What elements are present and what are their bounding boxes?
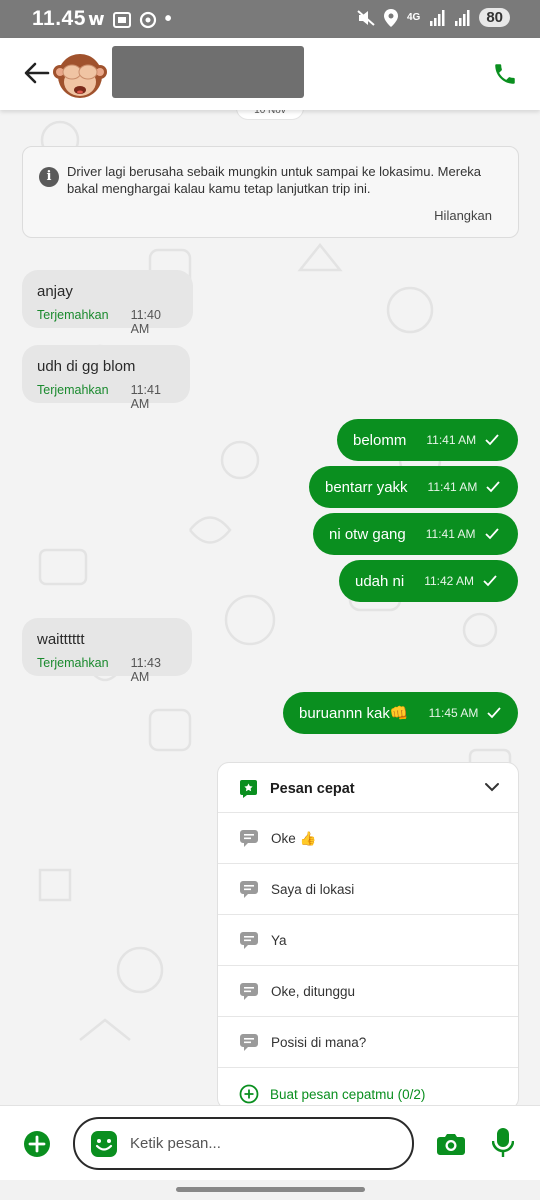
contact-name-redacted	[112, 46, 304, 98]
chat-bubble-icon	[240, 932, 258, 949]
plus-circle-icon	[239, 1084, 259, 1104]
location-share-icon	[139, 11, 156, 28]
message-time: 11:41 AM	[130, 383, 161, 411]
message-text: ni otw gang	[329, 525, 406, 543]
dismiss-button[interactable]: Hilangkan	[434, 208, 492, 223]
notification-icons: w •	[88, 8, 172, 31]
system-icons: 4G 80	[357, 8, 510, 27]
system-nav-bar	[0, 1180, 540, 1200]
network-type: 4G	[406, 12, 421, 23]
sent-check-icon	[484, 528, 499, 540]
message-time: 11:45 AM	[428, 706, 479, 720]
chat-header	[0, 38, 540, 110]
status-bar: 11.45 w • 4G 80	[0, 0, 540, 38]
message-outgoing[interactable]: belomm 11:41 AM	[337, 419, 518, 461]
back-arrow-icon[interactable]	[22, 58, 52, 88]
message-text: udah ni	[355, 572, 405, 590]
message-outgoing[interactable]: buruannn kak👊 11:45 AM	[283, 692, 518, 734]
quick-reply-item[interactable]: Posisi di mana?	[218, 1017, 518, 1068]
location-icon	[383, 8, 398, 27]
sent-check-icon	[487, 707, 502, 719]
message-text: waitttttt	[37, 631, 85, 648]
sent-check-icon	[483, 575, 497, 587]
quick-reply-label: Oke, ditunggu	[271, 984, 356, 999]
message-input[interactable]	[130, 1130, 390, 1156]
quick-replies-header[interactable]: Pesan cepat	[218, 763, 518, 813]
message-outgoing[interactable]: bentarr yakk 11:41 AM	[309, 466, 518, 508]
message-text: belomm	[353, 431, 407, 449]
message-time: 11:41 AM	[426, 433, 477, 447]
message-incoming[interactable]: waitttttt Terjemahkan 11:43 AM	[22, 618, 192, 684]
quick-replies-title: Pesan cepat	[270, 781, 355, 797]
more-notifications-dot: •	[164, 8, 172, 30]
chat-bubble-icon	[240, 983, 258, 1000]
message-incoming[interactable]: udh di gg blom Terjemahkan 11:41 AM	[22, 345, 190, 411]
message-time: 11:41 AM	[425, 527, 476, 541]
quick-reply-star-icon	[240, 780, 257, 798]
signal-icon	[430, 9, 445, 26]
message-time: 11:40 AM	[130, 308, 161, 336]
create-quick-reply-button[interactable]: Buat pesan cepatmu (0/2)	[218, 1068, 518, 1105]
message-text: udh di gg blom	[37, 358, 136, 375]
add-attachment-icon[interactable]	[23, 1130, 51, 1158]
quick-reply-label: Oke 👍	[271, 831, 317, 846]
translate-button[interactable]: Terjemahkan	[37, 383, 109, 411]
info-icon: i	[39, 167, 59, 187]
avatar[interactable]	[52, 44, 108, 102]
chevron-down-icon[interactable]	[484, 781, 500, 793]
sent-check-icon	[485, 434, 499, 446]
translate-button[interactable]: Terjemahkan	[37, 656, 109, 684]
quick-replies-panel: Pesan cepat Oke 👍 Saya di lokasi Ya Oke,…	[217, 762, 519, 1105]
quick-reply-label: Saya di lokasi	[271, 882, 355, 897]
message-time: 11:43 AM	[130, 656, 161, 684]
mute-icon	[357, 9, 375, 26]
message-input-bar	[0, 1105, 540, 1180]
camera-icon[interactable]	[437, 1132, 465, 1156]
microphone-icon[interactable]	[492, 1128, 514, 1158]
quick-reply-item[interactable]: Ya	[218, 915, 518, 966]
quick-reply-item[interactable]: Oke, ditunggu	[218, 966, 518, 1017]
app-notification-icon: w	[88, 9, 105, 30]
message-text: bentarr yakk	[325, 478, 408, 496]
message-text: buruannn kak👊	[299, 705, 409, 722]
chat-bubble-icon	[240, 1034, 258, 1051]
quick-reply-label: Posisi di mana?	[271, 1035, 367, 1050]
phone-icon[interactable]	[492, 61, 518, 87]
battery-level: 80	[479, 8, 510, 27]
message-incoming[interactable]: anjay Terjemahkan 11:40 AM	[22, 270, 193, 336]
create-quick-reply-label: Buat pesan cepatmu (0/2)	[270, 1087, 426, 1102]
notice-text: Driver lagi berusaha sebaik mungkin untu…	[67, 164, 482, 196]
sticker-icon[interactable]	[91, 1131, 117, 1157]
screenshot-icon	[112, 11, 131, 28]
driver-notice-card: i Driver lagi berusaha sebaik mungkin un…	[22, 146, 519, 238]
quick-reply-item[interactable]: Oke 👍	[218, 813, 518, 864]
translate-button[interactable]: Terjemahkan	[37, 308, 109, 336]
chat-bubble-icon	[240, 830, 258, 847]
signal-icon-2	[455, 9, 470, 26]
message-text: anjay	[37, 283, 73, 300]
status-time: 11.45	[32, 7, 86, 30]
message-outgoing[interactable]: ni otw gang 11:41 AM	[313, 513, 518, 555]
chat-bubble-icon	[240, 881, 258, 898]
home-gesture-handle[interactable]	[176, 1187, 365, 1192]
message-time: 11:41 AM	[427, 480, 478, 494]
quick-reply-item[interactable]: Saya di lokasi	[218, 864, 518, 915]
date-pill: 10 Nov	[236, 110, 304, 120]
message-time: 11:42 AM	[424, 574, 475, 588]
chat-area[interactable]: 10 Nov i Driver lagi berusaha sebaik mun…	[0, 110, 540, 1105]
message-outgoing[interactable]: udah ni 11:42 AM	[339, 560, 518, 602]
quick-reply-label: Ya	[271, 933, 287, 948]
sent-check-icon	[486, 481, 501, 493]
message-input-wrapper[interactable]	[73, 1117, 414, 1170]
